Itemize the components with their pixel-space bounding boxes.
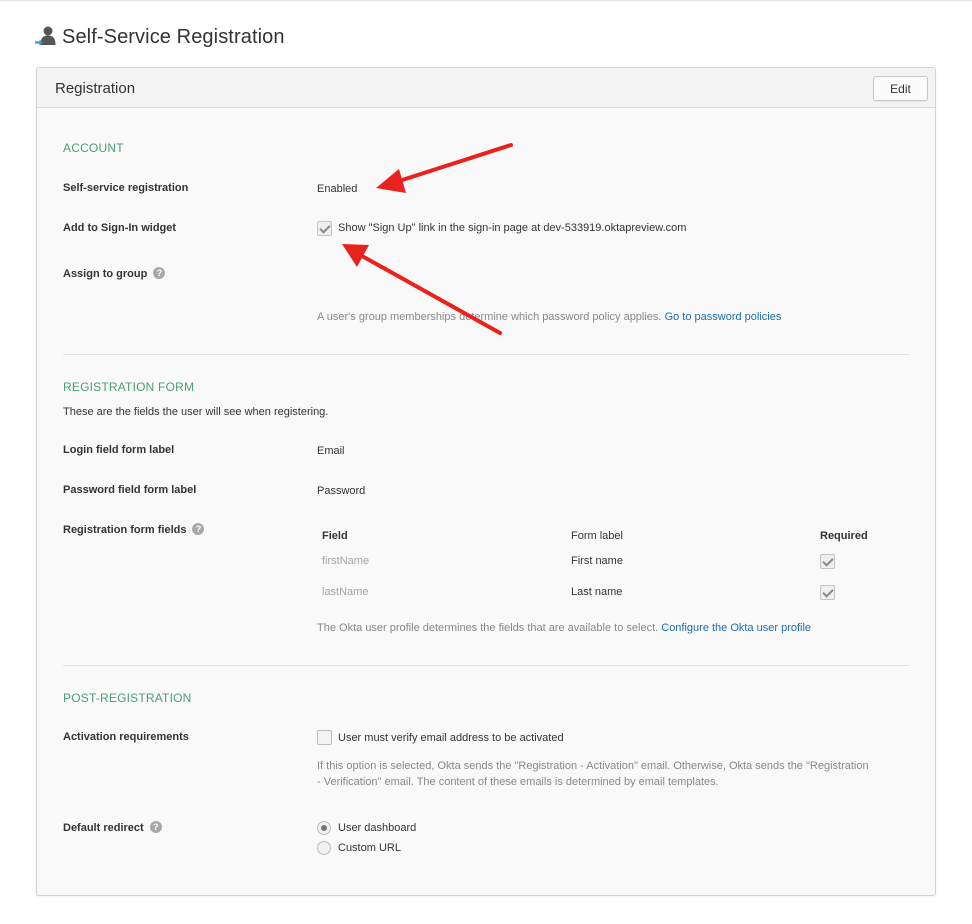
verify-email-checkbox-label: User must verify email address to be act… xyxy=(338,732,564,744)
password-field-label: Password field form label xyxy=(63,484,197,496)
top-border xyxy=(0,0,972,1)
form-fields-label-row: Registration form fields? xyxy=(63,523,205,536)
required-checkbox[interactable] xyxy=(820,585,835,600)
redirect-custom-url-radio[interactable] xyxy=(317,841,331,855)
panel-header: Registration Edit xyxy=(37,68,935,108)
section-divider xyxy=(63,354,909,355)
panel-title: Registration xyxy=(55,80,136,97)
sign-up-link-checkbox-label: Show "Sign Up" link in the sign-in page … xyxy=(338,222,687,234)
required-checkbox[interactable] xyxy=(820,554,835,569)
login-field-value: Email xyxy=(317,445,345,457)
activation-requirements-label: Activation requirements xyxy=(63,731,189,743)
profile-note-text: The Okta user profile determines the fie… xyxy=(317,622,659,634)
table-row-form-label: Last name xyxy=(571,586,623,598)
verify-email-checkbox[interactable] xyxy=(317,730,332,745)
sign-up-link-checkbox[interactable] xyxy=(317,221,332,236)
table-row-form-label: First name xyxy=(571,555,623,567)
page-title: Self-Service Registration xyxy=(62,25,285,48)
user-arrow-icon xyxy=(34,25,58,49)
help-icon[interactable]: ? xyxy=(153,267,166,280)
column-header-field: Field xyxy=(322,530,348,542)
activation-note-line2: - Verification" email. The content of th… xyxy=(317,776,719,788)
column-header-form-label: Form label xyxy=(571,530,623,542)
help-icon[interactable]: ? xyxy=(149,821,162,834)
registration-form-section-title: REGISTRATION FORM xyxy=(63,380,195,394)
login-field-label: Login field form label xyxy=(63,444,175,456)
section-divider xyxy=(63,665,909,666)
group-note: A user's group memberships determine whi… xyxy=(317,311,781,323)
redirect-custom-url-label: Custom URL xyxy=(338,842,401,854)
redirect-user-dashboard-radio[interactable] xyxy=(317,821,331,835)
self-service-value: Enabled xyxy=(317,183,358,195)
group-note-text: A user's group memberships determine whi… xyxy=(317,311,662,323)
page-header: Self-Service Registration xyxy=(34,22,285,52)
configure-profile-link[interactable]: Configure the Okta user profile xyxy=(661,622,811,634)
registration-form-description: These are the fields the user will see w… xyxy=(63,406,329,418)
assign-group-label: Assign to group xyxy=(63,268,148,280)
activation-note-line1: If this option is selected, Okta sends t… xyxy=(317,760,869,772)
self-service-label: Self-service registration xyxy=(63,182,189,194)
password-policies-link[interactable]: Go to password policies xyxy=(665,311,782,323)
sign-in-widget-label: Add to Sign-In widget xyxy=(63,222,177,234)
post-registration-section-title: POST-REGISTRATION xyxy=(63,691,192,705)
password-field-value: Password xyxy=(317,485,366,497)
default-redirect-label-row: Default redirect? xyxy=(63,821,162,834)
column-header-required: Required xyxy=(820,530,868,542)
default-redirect-label: Default redirect xyxy=(63,822,144,834)
redirect-user-dashboard-label: User dashboard xyxy=(338,822,417,834)
form-fields-label: Registration form fields xyxy=(63,524,187,536)
profile-note: The Okta user profile determines the fie… xyxy=(317,622,811,634)
registration-panel: Registration Edit ACCOUNT Self-service r… xyxy=(36,67,936,896)
table-row-field: firstName xyxy=(322,555,370,567)
assign-group-label-row: Assign to group? xyxy=(63,267,166,280)
table-row-field: lastName xyxy=(322,586,369,598)
edit-button[interactable]: Edit xyxy=(873,76,928,101)
account-section-title: ACCOUNT xyxy=(63,141,124,155)
help-icon[interactable]: ? xyxy=(192,523,205,536)
